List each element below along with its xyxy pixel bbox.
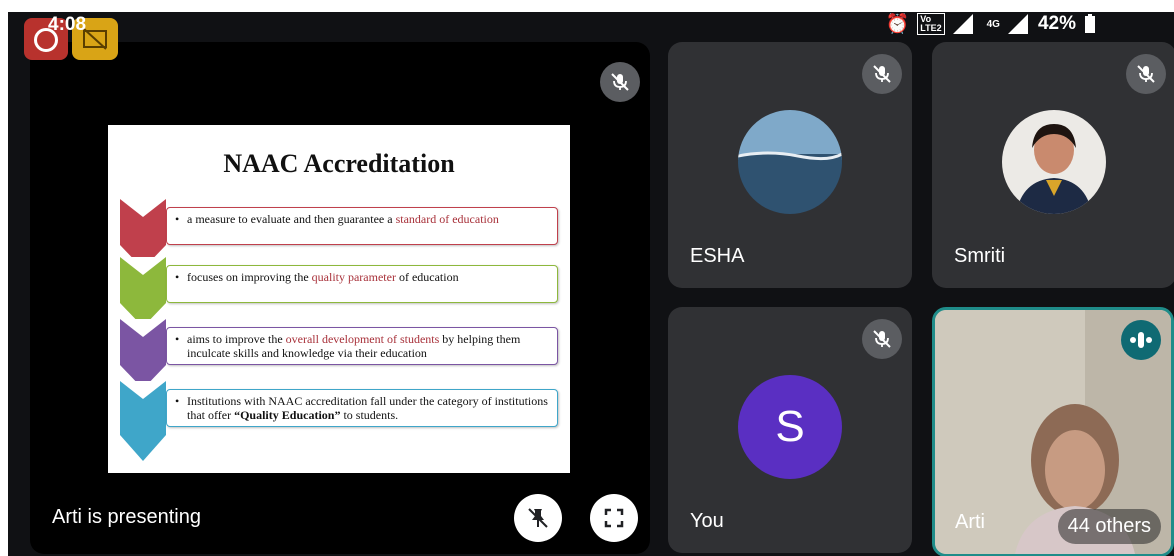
slide-bullet-row: a measure to evaluate and then guarantee… <box>120 199 560 269</box>
mic-off-icon <box>862 54 902 94</box>
participant-name: ESHA <box>690 245 745 267</box>
alarm-icon: ⏰ <box>885 14 910 35</box>
status-bar: 4:08 ⏰ Vo LTE2 4G 42% <box>8 12 1174 60</box>
slide-bullet-row: focuses on improving the quality paramet… <box>120 257 560 327</box>
sea-photo-avatar <box>738 110 842 214</box>
battery-icon <box>1085 14 1095 33</box>
slide-bullet: aims to improve the overall development … <box>166 327 558 365</box>
speaking-indicator-icon <box>1121 320 1161 360</box>
participant-video-arti[interactable]: Arti 44 others <box>932 307 1174 556</box>
pin-off-icon <box>528 508 548 528</box>
participant-name: Smriti <box>954 245 1006 267</box>
status-time: 4:08 <box>48 14 87 35</box>
slide-bullet: Institutions with NAAC accreditation fal… <box>166 389 558 427</box>
participant-tile-you[interactable]: S You <box>668 307 912 553</box>
presentation-area[interactable]: NAAC Accreditation a measure to evaluate… <box>30 42 650 554</box>
status-icons: ⏰ Vo LTE2 4G 42% <box>886 12 1096 36</box>
others-count-button[interactable]: 44 others <box>1057 509 1161 544</box>
green-chevron-icon <box>120 257 166 327</box>
volte-tag: Vo LTE2 <box>917 13 945 35</box>
meeting-screen: NAAC Accreditation a measure to evaluate… <box>8 12 1174 556</box>
battery-percent: 42% <box>1037 13 1076 34</box>
participant-name: Arti <box>955 511 985 533</box>
avatar: S <box>738 375 842 479</box>
purple-chevron-icon <box>120 319 166 389</box>
participant-tile-esha[interactable]: ESHA <box>668 42 912 288</box>
presenter-mic-off-icon <box>600 62 640 102</box>
network-type: 4G <box>986 18 1000 30</box>
mic-off-icon <box>862 319 902 359</box>
slide-bullet-row: aims to improve the overall development … <box>120 319 560 389</box>
portrait-photo-avatar <box>1002 110 1106 214</box>
slide-bullet: focuses on improving the quality paramet… <box>166 265 558 303</box>
fullscreen-button[interactable] <box>590 494 638 542</box>
fullscreen-icon <box>604 508 624 528</box>
blue-chevron-icon <box>120 381 166 461</box>
slide-bullet: a measure to evaluate and then guarantee… <box>166 207 558 245</box>
signal-icon <box>952 14 973 34</box>
unpin-button[interactable] <box>514 494 562 542</box>
participant-tile-smriti[interactable]: Smriti <box>932 42 1174 288</box>
slide-title: NAAC Accreditation <box>223 149 455 178</box>
participant-name: You <box>690 510 724 532</box>
signal-icon <box>1007 14 1028 34</box>
slide-bullet-row: Institutions with NAAC accreditation fal… <box>120 381 560 461</box>
presenting-label: Arti is presenting <box>52 506 201 528</box>
shared-slide: NAAC Accreditation a measure to evaluate… <box>108 125 570 473</box>
mic-off-icon <box>1126 54 1166 94</box>
